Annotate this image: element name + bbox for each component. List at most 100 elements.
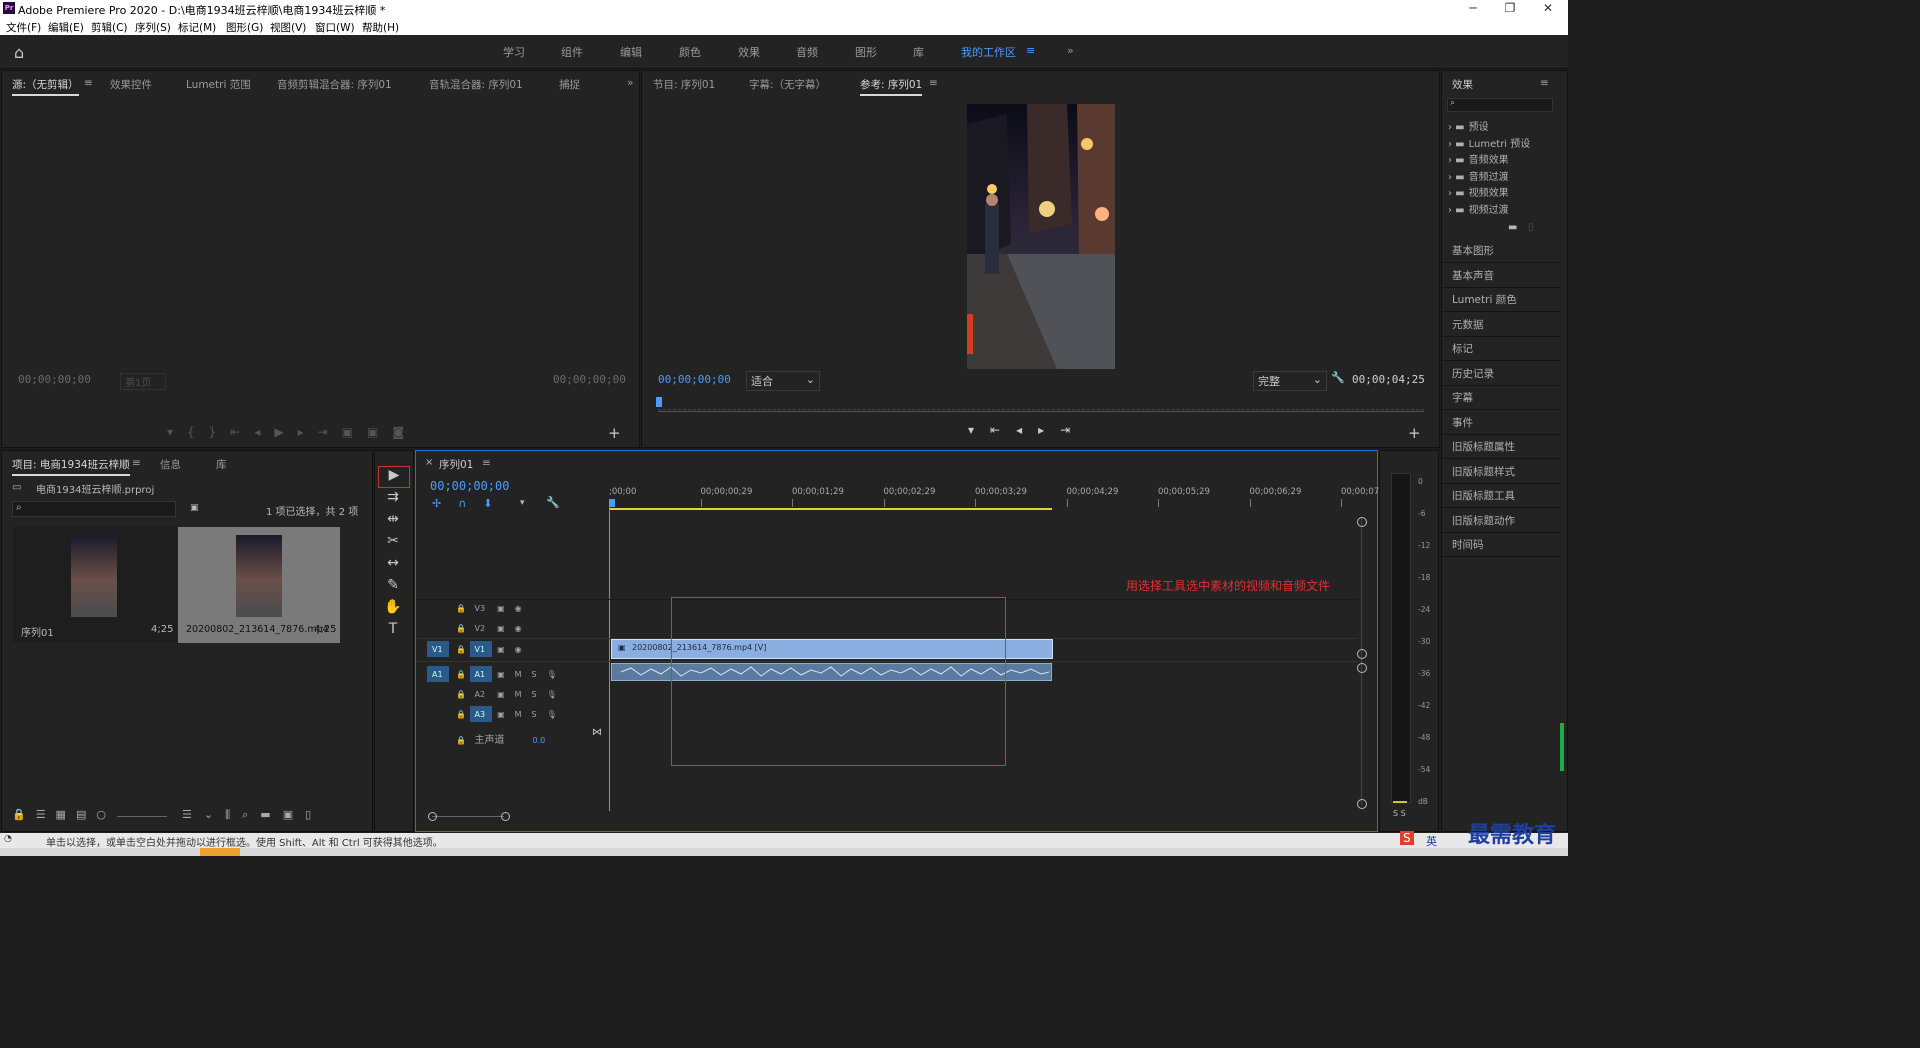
mute-button[interactable]: M [515,670,522,679]
source-transport-controls[interactable]: ▾{}⇤◂▶▸⇥▣▣◙ [167,425,418,439]
panel-item[interactable]: 元数据 [1442,312,1560,337]
effects-folder[interactable]: › ▬ 音频过渡 [1448,168,1558,183]
horizontal-scrollbar[interactable] [432,816,504,817]
menu-marker[interactable]: 标记(M) [178,20,216,35]
menu-sequence[interactable]: 序列(S) [135,20,171,35]
program-transport-controls[interactable]: ▾⇤◂▸⇥ [968,423,1086,437]
scroll-handle[interactable] [1357,799,1367,809]
track-v1[interactable]: 🔒 V1 ▣ ◉ [456,645,606,654]
workspace-libraries[interactable]: 库 [913,44,924,60]
tab-lumetri-scopes[interactable]: Lumetri 范围 [186,77,251,92]
solo-button[interactable]: S [532,670,537,679]
workspace-color[interactable]: 颜色 [679,44,701,60]
wrench-icon[interactable]: 🔧 [1331,371,1345,384]
program-add-button[interactable]: + [1408,424,1421,442]
mute-button[interactable]: M [515,690,522,699]
mute-button[interactable]: M [515,710,522,719]
panel-item[interactable]: 基本图形 [1442,238,1560,263]
tab-audio-track-mixer[interactable]: 音轨混合器: 序列01 [429,77,523,92]
minimize-icon[interactable]: ─ [1458,1,1488,15]
tab-project[interactable]: 项目: 电商1934班云梓顺 [12,457,130,476]
mic-icon[interactable]: 🎙 [547,690,557,699]
slip-tool-icon[interactable]: ↔ [378,555,408,575]
workspace-effects[interactable]: 效果 [738,44,760,60]
program-time-ruler[interactable] [658,401,1424,410]
pen-tool-icon[interactable]: ✎ [378,577,408,597]
project-footer-actions[interactable]: ☰⌄⫼⌕▬▣▯ [182,808,323,822]
vertical-scrollbar[interactable] [1361,517,1362,805]
sync-lock-icon[interactable]: ▣ [497,670,505,679]
master-clip-icon[interactable]: ⋈ [592,727,602,738]
scroll-handle[interactable] [501,812,510,821]
program-zoom-bar[interactable] [658,411,1424,412]
mic-icon[interactable]: 🎙 [547,710,557,719]
eye-icon[interactable]: ◉ [515,624,522,633]
panel-item[interactable]: 旧版标题样式 [1442,459,1560,484]
program-playhead[interactable] [656,397,662,407]
master-track[interactable]: 🔒 主声道 0.0 [456,731,606,746]
panel-item[interactable]: 旧版标题工具 [1442,483,1560,508]
workspace-assembly[interactable]: 组件 [561,44,583,60]
project-search-input[interactable] [12,501,176,517]
lock-icon[interactable]: 🔒 [456,736,466,745]
lock-icon[interactable]: 🔒 [456,604,466,613]
effects-folder[interactable]: › ▬ Lumetri 预设 [1448,135,1558,150]
tab-info[interactable]: 信息 [160,457,181,472]
add-marker-icon[interactable]: ▾ [520,498,525,508]
track-v2[interactable]: 🔒 V2 ▣ ◉ [456,624,606,633]
sync-lock-icon[interactable]: ▣ [497,645,505,654]
tab-sequence[interactable]: 序列01 [439,457,473,472]
panel-item[interactable]: 历史记录 [1442,361,1560,386]
panel-item[interactable]: Lumetri 颜色 [1442,287,1560,312]
tab-effect-controls[interactable]: 效果控件 [110,77,152,92]
track-a1[interactable]: 🔒 A1 ▣ M S 🎙 [456,670,606,679]
selection-tool-icon[interactable]: ▶ [378,466,410,488]
effects-folder[interactable]: › ▬ 预设 [1448,118,1558,133]
project-item-video[interactable]: 20200802_213614_7876.mp4 4;25 [178,527,340,643]
delete-icon[interactable]: ▯ [1528,222,1534,233]
panel-item[interactable]: 旧版标题动作 [1442,508,1560,533]
tab-audio-clip-mixer[interactable]: 音频剪辑混合器: 序列01 [277,77,392,92]
eye-icon[interactable]: ◉ [515,604,522,613]
solo-button[interactable]: S [532,690,537,699]
menu-graphics[interactable]: 图形(G) [226,20,263,35]
source-page-select[interactable]: 第1页 [120,373,167,390]
menu-view[interactable]: 视图(V) [270,20,306,35]
source-timecode[interactable]: 00;00;00;00 [18,373,91,386]
panel-item[interactable]: 基本声音 [1442,263,1560,288]
new-bin-icon[interactable]: ▣ [190,503,199,513]
hand-tool-icon[interactable]: ✋ [378,599,408,619]
effects-search-input[interactable] [1447,98,1553,112]
source-add-button[interactable]: + [608,424,621,442]
lock-icon[interactable]: 🔒 [456,670,466,679]
close-tab-icon[interactable]: × [425,457,433,468]
quality-select[interactable]: 完整 ⌄ [1253,371,1327,391]
sync-lock-icon[interactable]: ▣ [497,690,505,699]
workspace-learn[interactable]: 学习 [503,44,525,60]
sync-lock-icon[interactable]: ▣ [497,710,505,719]
solo-button[interactable]: S [532,710,537,719]
lock-icon[interactable]: 🔒 [456,624,466,633]
scroll-handle[interactable] [1357,649,1367,659]
zoom-slider[interactable] [117,816,167,817]
track-select-tool-icon[interactable]: ⇉ [378,489,408,509]
timeline-tool-icons[interactable]: ✢∩⬇ [432,497,510,510]
wrench-icon[interactable]: 🔧 [546,496,560,509]
workspace-mine[interactable]: 我的工作区 [961,44,1016,60]
lock-icon[interactable]: 🔒 [456,710,466,719]
project-item-sequence[interactable]: 序列01 4;25 [13,527,177,643]
razor-tool-icon[interactable]: ✂ [378,533,408,553]
workspace-audio[interactable]: 音频 [796,44,818,60]
taskbar-item[interactable] [200,848,240,856]
lock-icon[interactable]: 🔒 [456,690,466,699]
master-volume[interactable]: 0.0 [533,736,546,745]
menu-file[interactable]: 文件(F) [6,20,41,35]
timeline-playhead[interactable] [609,499,610,811]
tab-captions[interactable]: 字幕:（无字幕） [749,77,826,92]
tab-libraries[interactable]: 库 [216,457,227,472]
menu-window[interactable]: 窗口(W) [315,20,355,35]
program-playhead-timecode[interactable]: 00;00;00;00 [658,373,731,386]
more-workspaces-icon[interactable]: » [1067,44,1074,57]
home-icon[interactable]: ⌂ [14,43,24,62]
sync-lock-icon[interactable]: ▣ [497,624,505,633]
